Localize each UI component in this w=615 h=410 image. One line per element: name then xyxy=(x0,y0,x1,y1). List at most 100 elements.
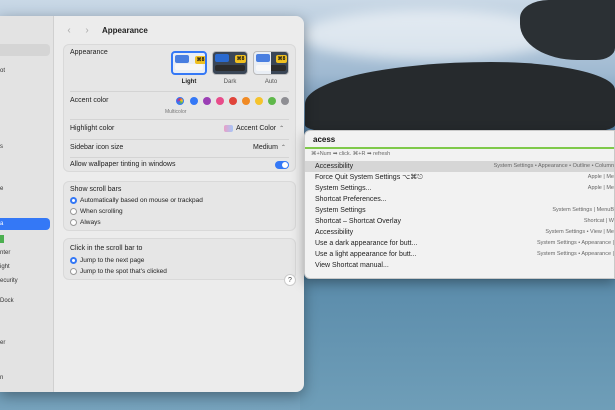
palette-result[interactable]: Accessibility System Settings • View | Me xyxy=(305,227,614,238)
result-label: Shortcat – Shortcat Overlay xyxy=(315,218,401,225)
scroll-click-radio-next-page[interactable] xyxy=(70,257,77,264)
light-preview xyxy=(175,55,189,63)
scroll-bars-radio-when-scrolling[interactable] xyxy=(70,208,77,215)
scroll-click-group: Click in the scroll bar to Jump to the n… xyxy=(63,238,296,280)
background-rock xyxy=(520,0,615,60)
accent-swatch-blue[interactable] xyxy=(190,97,198,105)
result-path: Apple | Me xyxy=(587,185,614,191)
palette-results: Accessibility System Settings • Appearanc… xyxy=(305,161,614,271)
dark-preview-bar xyxy=(215,65,245,71)
light-preview-bar xyxy=(175,64,203,70)
palette-result[interactable]: System Settings... Apple | Me xyxy=(305,183,614,194)
radio-label: Jump to the spot that's clicked xyxy=(80,268,167,275)
accent-selected-label: Multicolor xyxy=(165,109,187,115)
sidebar-item[interactable]: ecurity xyxy=(0,275,50,287)
sidebar-icon-size-label: Sidebar icon size xyxy=(70,144,124,151)
shortcut-badge: ⌘8 xyxy=(195,56,205,64)
back-icon[interactable]: ‹ xyxy=(64,25,74,36)
result-path: Apple | Me xyxy=(587,174,614,180)
scroll-bars-group: Show scroll bars Automatically based on … xyxy=(63,181,296,231)
result-label: Force Quit System Settings ⌥⌘⎋ xyxy=(315,174,423,181)
sidebar-badge xyxy=(0,235,4,243)
scroll-click-radio-spot[interactable] xyxy=(70,268,77,275)
accent-swatch-green[interactable] xyxy=(268,97,276,105)
forward-icon[interactable]: › xyxy=(82,25,92,36)
help-button[interactable]: ? xyxy=(284,274,296,286)
sidebar-item[interactable]: e xyxy=(0,183,50,195)
result-path: Shortcat | W xyxy=(583,218,614,224)
palette-result[interactable]: Shortcat – Shortcat Overlay Shortcat | W xyxy=(305,216,614,227)
result-label: Shortcat Preferences... xyxy=(315,196,387,203)
chevron-updown-icon: ⌃ xyxy=(279,126,285,132)
divider xyxy=(70,157,289,158)
sidebar-icon-size-select[interactable]: Medium ⌃ xyxy=(253,144,286,151)
result-label: System Settings xyxy=(315,207,366,214)
settings-content: ‹ › Appearance Appearance ⌘8 ⌘8 ⌘8 Light… xyxy=(54,16,304,392)
settings-window: ot s e a nter ight ecurity Dock er n ‹ ›… xyxy=(0,16,304,392)
accent-swatch-multicolor[interactable] xyxy=(176,97,184,105)
highlight-color-value: Accent Color xyxy=(236,125,277,132)
accent-swatch-graphite[interactable] xyxy=(281,97,289,105)
result-label: Accessibility xyxy=(315,163,354,170)
sidebar-item[interactable]: ight xyxy=(0,261,50,273)
radio-label: Automatically based on mouse or trackpad xyxy=(80,197,203,204)
result-label: Use a dark appearance for butt... xyxy=(315,240,418,247)
sidebar-item-dock[interactable]: Dock xyxy=(0,295,50,307)
result-path: System Settings • View | Me xyxy=(545,229,614,235)
wallpaper-tinting-toggle[interactable] xyxy=(275,161,289,169)
appearance-option-dark[interactable]: ⌘8 xyxy=(212,51,248,75)
palette-search-input[interactable]: acess xyxy=(305,131,614,149)
result-path: System Settings • Appearance | xyxy=(536,240,614,246)
sidebar-search[interactable] xyxy=(0,44,50,56)
appearance-option-light[interactable]: ⌘8 xyxy=(171,51,207,75)
accent-swatch-yellow[interactable] xyxy=(255,97,263,105)
palette-result[interactable]: Accessibility System Settings • Appearanc… xyxy=(305,161,614,172)
auto-preview xyxy=(256,54,270,62)
radio-label: Always xyxy=(80,219,101,226)
scroll-bars-radio-automatic[interactable] xyxy=(70,197,77,204)
wallpaper-tinting-label: Allow wallpaper tinting in windows xyxy=(70,161,176,168)
dark-preview xyxy=(215,54,229,62)
result-label: Use a light appearance for butt... xyxy=(315,251,417,258)
accent-swatch-red[interactable] xyxy=(229,97,237,105)
sidebar-item[interactable]: n xyxy=(0,372,50,384)
appearance-option-label: Dark xyxy=(223,79,237,85)
background-sea xyxy=(300,280,615,410)
highlight-swatch xyxy=(224,125,233,132)
highlight-color-label: Highlight color xyxy=(70,125,115,132)
divider xyxy=(70,119,289,120)
sidebar-item[interactable]: ot xyxy=(0,65,50,77)
accent-swatch-purple[interactable] xyxy=(203,97,211,105)
appearance-group: Appearance ⌘8 ⌘8 ⌘8 Light Dark Auto Acce… xyxy=(63,44,296,172)
shortcut-badge: ⌘8 xyxy=(276,55,287,63)
shortcat-palette: acess ⌘+Num ➡ click. ⌘+R ➡ refresh Acces… xyxy=(304,130,615,279)
palette-result[interactable]: Force Quit System Settings ⌥⌘⎋ Apple | Me xyxy=(305,172,614,183)
sidebar-item-appearance[interactable]: a xyxy=(0,218,50,230)
palette-result[interactable]: Use a light appearance for butt... System… xyxy=(305,249,614,260)
scroll-bars-radio-always[interactable] xyxy=(70,219,77,226)
palette-result[interactable]: Use a dark appearance for butt... System … xyxy=(305,238,614,249)
accent-color-label: Accent color xyxy=(70,97,109,104)
sidebar-item[interactable]: nter xyxy=(0,247,50,259)
sidebar-item[interactable]: s xyxy=(0,141,50,153)
appearance-label: Appearance xyxy=(70,49,108,56)
accent-swatch-pink[interactable] xyxy=(216,97,224,105)
result-path: System Settings | MenuB xyxy=(552,207,614,213)
page-title: Appearance xyxy=(102,25,148,35)
shortcut-badge: ⌘8 xyxy=(235,55,246,63)
palette-result[interactable]: Shortcat Preferences... xyxy=(305,194,614,205)
palette-result[interactable]: System Settings System Settings | MenuB xyxy=(305,205,614,216)
appearance-option-label: Light xyxy=(181,79,197,85)
appearance-option-auto[interactable]: ⌘8 xyxy=(253,51,289,75)
result-label: System Settings... xyxy=(315,185,372,192)
accent-swatch-orange[interactable] xyxy=(242,97,250,105)
sidebar-item[interactable]: er xyxy=(0,337,50,349)
highlight-color-select[interactable]: Accent Color ⌃ xyxy=(224,125,284,132)
palette-result[interactable]: View Shortcat manual... xyxy=(305,260,614,271)
result-label: View Shortcat manual... xyxy=(315,262,389,269)
chevron-updown-icon: ⌃ xyxy=(280,145,286,151)
divider xyxy=(70,91,289,92)
show-scroll-bars-label: Show scroll bars xyxy=(70,186,122,193)
scroll-click-label: Click in the scroll bar to xyxy=(70,245,143,252)
result-path: System Settings • Appearance | xyxy=(536,251,614,257)
